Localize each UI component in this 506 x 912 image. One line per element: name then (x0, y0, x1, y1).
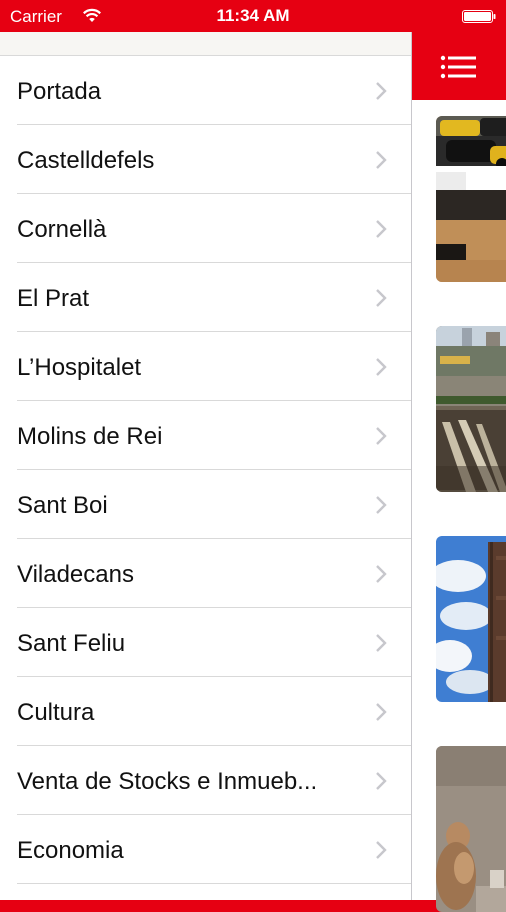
chevron-right-icon (376, 703, 387, 721)
menu-item-economia[interactable]: Economia (0, 815, 411, 884)
side-menu: Portada Castelldefels Cornellà El Prat L… (0, 32, 412, 900)
menu-item-el-prat[interactable]: El Prat (0, 263, 411, 332)
menu-item-label: Sant Feliu (17, 630, 126, 657)
menu-item-cultura[interactable]: Cultura (0, 677, 411, 746)
menu-item-castelldefels[interactable]: Castelldefels (0, 125, 411, 194)
chevron-right-icon (376, 82, 387, 100)
article-thumbnail[interactable] (436, 116, 506, 282)
construction-site-photo (436, 326, 506, 492)
street-taxis-photo (436, 116, 506, 282)
chevron-right-icon (376, 496, 387, 514)
menu-item-portada[interactable]: Portada (0, 56, 411, 125)
menu-item-lhospitalet[interactable]: L’Hospitalet (0, 332, 411, 401)
chevron-right-icon (376, 772, 387, 790)
menu-item-label: Venta de Stocks e Inmueb... (17, 768, 318, 795)
menu-item-label: Castelldefels (17, 147, 155, 174)
chevron-right-icon (376, 220, 387, 238)
battery-icon (462, 10, 496, 23)
brick-tower-sky-photo (436, 536, 506, 702)
chevron-right-icon (376, 358, 387, 376)
menu-item-label: Molins de Rei (17, 423, 163, 450)
menu-item-label: Economia (17, 837, 124, 864)
menu-item-venta-de-stocks[interactable]: Venta de Stocks e Inmueb... (0, 746, 411, 815)
menu-item-molins-de-rei[interactable]: Molins de Rei (0, 401, 411, 470)
menu-item-label: El Prat (17, 285, 90, 312)
menu-item-sant-feliu[interactable]: Sant Feliu (0, 608, 411, 677)
menu-item-label: L’Hospitalet (17, 354, 142, 381)
menu-item-viladecans[interactable]: Viladecans (0, 539, 411, 608)
chevron-right-icon (376, 565, 387, 583)
article-thumbnail[interactable] (436, 746, 506, 912)
chevron-right-icon (376, 634, 387, 652)
menu-item-label: Sant Boi (17, 492, 108, 519)
sculpture-photo (436, 746, 506, 912)
chevron-right-icon (376, 841, 387, 859)
status-time: 11:34 AM (216, 6, 290, 25)
top-bar (412, 32, 506, 100)
menu-item-sant-boi[interactable]: Sant Boi (0, 470, 411, 539)
chevron-right-icon (376, 289, 387, 307)
menu-item-label: Portada (17, 78, 102, 105)
status-bar: Carrier 11:34 AM (0, 0, 506, 32)
menu-item-label: Viladecans (17, 561, 134, 588)
menu-item-label: Cultura (17, 699, 95, 726)
article-thumbnail[interactable] (436, 536, 506, 702)
menu-header (0, 32, 411, 56)
chevron-right-icon (376, 151, 387, 169)
chevron-right-icon (376, 427, 387, 445)
list-menu-icon[interactable] (440, 52, 478, 82)
menu-item-cornella[interactable]: Cornellà (0, 194, 411, 263)
article-thumbnail[interactable] (436, 326, 506, 492)
menu-item-label: Cornellà (17, 216, 107, 243)
content-panel (412, 32, 506, 912)
